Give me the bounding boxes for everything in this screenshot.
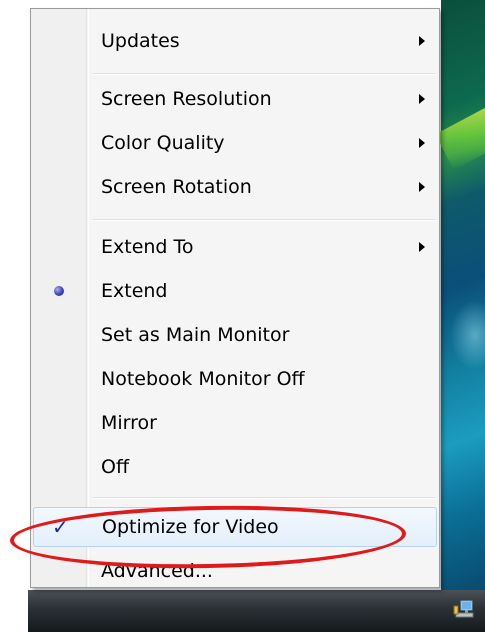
menu-item-label: Extend	[101, 280, 168, 302]
radio-bullet-icon	[54, 286, 64, 296]
menu-item-mirror[interactable]: Mirror	[33, 403, 437, 443]
menu-item-label: Updates	[101, 30, 180, 52]
desktop-background	[441, 0, 485, 590]
menu-item-advanced[interactable]: Advanced...	[33, 551, 437, 591]
chevron-right-icon	[419, 242, 425, 252]
menu-item-label: Advanced...	[101, 560, 213, 582]
menu-item-set-as-main-monitor[interactable]: Set as Main Monitor	[33, 315, 437, 355]
taskbar	[28, 590, 485, 632]
menu-item-label: Extend To	[101, 236, 194, 258]
menu-item-extend-to[interactable]: Extend To	[33, 227, 437, 267]
menu-item-off[interactable]: Off	[33, 447, 437, 487]
chevron-right-icon	[419, 182, 425, 192]
menu-separator	[93, 497, 435, 499]
taskbar-left-blank	[0, 590, 28, 632]
display-context-menu: Updates Screen Resolution Color Quality …	[30, 8, 440, 588]
menu-item-optimize-for-video[interactable]: ✓ Optimize for Video	[33, 507, 437, 547]
menu-item-extend[interactable]: Extend	[33, 271, 437, 311]
chevron-right-icon	[419, 94, 425, 104]
menu-item-label: Off	[101, 456, 130, 478]
menu-item-label: Screen Rotation	[101, 176, 252, 198]
menu-item-screen-resolution[interactable]: Screen Resolution	[33, 79, 437, 119]
menu-item-color-quality[interactable]: Color Quality	[33, 123, 437, 163]
menu-item-label: Screen Resolution	[101, 88, 272, 110]
menu-item-updates[interactable]: Updates	[33, 21, 437, 61]
menu-item-notebook-monitor-off[interactable]: Notebook Monitor Off	[33, 359, 437, 399]
menu-item-label: Notebook Monitor Off	[101, 368, 305, 390]
menu-item-label: Set as Main Monitor	[101, 324, 290, 346]
screenshot-stage: Updates Screen Resolution Color Quality …	[0, 0, 485, 632]
menu-separator	[93, 219, 435, 221]
menu-item-label: Mirror	[101, 412, 157, 434]
checkmark-icon: ✓	[52, 515, 69, 539]
menu-item-screen-rotation[interactable]: Screen Rotation	[33, 167, 437, 207]
chevron-right-icon	[419, 36, 425, 46]
menu-item-label: Optimize for Video	[102, 516, 279, 538]
network-tray-icon[interactable]	[452, 598, 476, 622]
menu-item-label: Color Quality	[101, 132, 225, 154]
chevron-right-icon	[419, 138, 425, 148]
menu-separator	[93, 73, 435, 75]
